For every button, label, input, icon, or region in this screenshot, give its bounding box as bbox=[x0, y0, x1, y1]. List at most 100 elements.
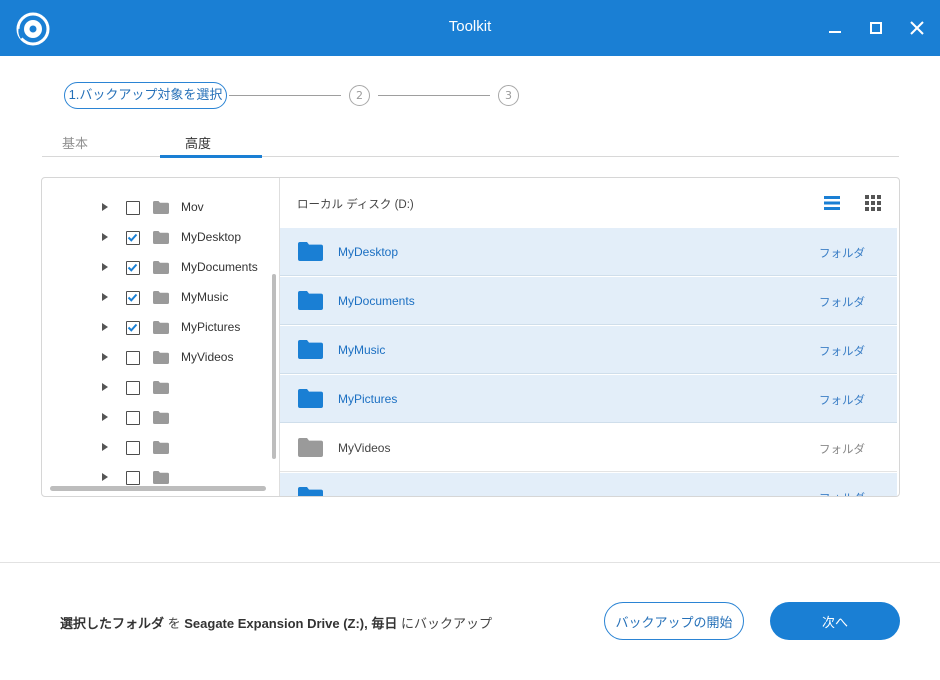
file-row[interactable]: フォルダ bbox=[280, 473, 897, 496]
folder-icon bbox=[153, 471, 169, 484]
summary-connector: を bbox=[164, 616, 185, 631]
tree-item-label: MyVideos bbox=[181, 350, 234, 364]
tab-basic[interactable]: 基本 bbox=[62, 133, 88, 152]
folder-icon bbox=[298, 389, 323, 408]
tree-vertical-scroll-thumb[interactable] bbox=[272, 274, 276, 459]
step-2-circle: 2 bbox=[349, 85, 370, 106]
current-path: ローカル ディスク (D:) bbox=[297, 199, 414, 211]
folder-icon bbox=[298, 340, 323, 359]
file-name: MyDesktop bbox=[338, 245, 399, 259]
tree-item-checkbox[interactable] bbox=[126, 351, 140, 365]
tree-item-checkbox[interactable] bbox=[126, 231, 140, 245]
checkmark-icon bbox=[127, 293, 138, 302]
file-row[interactable]: MyMusic フォルダ bbox=[280, 326, 897, 374]
tree-item-label: MyDesktop bbox=[181, 230, 242, 244]
tree-item[interactable]: MyPictures bbox=[42, 313, 279, 343]
expand-arrow-icon[interactable] bbox=[102, 383, 108, 391]
minimize-icon[interactable] bbox=[823, 16, 847, 40]
tree-item[interactable] bbox=[42, 433, 279, 463]
tree-item-checkbox[interactable] bbox=[126, 411, 140, 425]
tree-item-checkbox[interactable] bbox=[126, 381, 140, 395]
tree-item-checkbox[interactable] bbox=[126, 441, 140, 455]
file-list-header: ローカル ディスク (D:) bbox=[280, 178, 899, 228]
tree-item-checkbox[interactable] bbox=[126, 261, 140, 275]
folder-icon bbox=[298, 438, 323, 457]
folder-icon bbox=[153, 381, 169, 394]
tree-item[interactable]: MyDocuments bbox=[42, 253, 279, 283]
file-row[interactable]: MyDesktop フォルダ bbox=[280, 228, 897, 276]
grid-view-icon[interactable] bbox=[864, 194, 882, 212]
checkmark-icon bbox=[127, 233, 138, 242]
expand-arrow-icon[interactable] bbox=[102, 293, 108, 301]
expand-arrow-icon[interactable] bbox=[102, 323, 108, 331]
list-view-icon[interactable] bbox=[823, 194, 841, 212]
file-type: フォルダ bbox=[819, 395, 865, 407]
checkmark-icon bbox=[127, 263, 138, 272]
folder-icon bbox=[153, 231, 169, 244]
file-name: MyPictures bbox=[338, 392, 398, 406]
title-bar: Toolkit bbox=[0, 0, 940, 56]
folder-icon bbox=[298, 242, 323, 261]
tree-item[interactable] bbox=[42, 373, 279, 403]
expand-arrow-icon[interactable] bbox=[102, 233, 108, 241]
file-name: MyMusic bbox=[338, 343, 386, 357]
folder-tree: Mov MyDesktop MyDocuments MyMusic MyPictures… bbox=[42, 178, 280, 496]
tree-item[interactable]: MyVideos bbox=[42, 343, 279, 373]
folder-icon bbox=[153, 261, 169, 274]
active-tab-indicator bbox=[160, 155, 262, 158]
file-row[interactable]: MyDocuments フォルダ bbox=[280, 277, 897, 325]
folder-icon bbox=[153, 291, 169, 304]
tree-horizontal-scrollbar[interactable] bbox=[50, 486, 266, 491]
footer-divider bbox=[0, 562, 940, 563]
summary-suffix: にバックアップ bbox=[397, 616, 492, 631]
file-name: MyVideos bbox=[338, 441, 391, 455]
next-button[interactable]: 次へ bbox=[770, 602, 900, 640]
expand-arrow-icon[interactable] bbox=[102, 263, 108, 271]
file-name: MyDocuments bbox=[338, 294, 415, 308]
tree-item-checkbox[interactable] bbox=[126, 201, 140, 215]
tree-item[interactable]: Mov bbox=[42, 193, 279, 223]
file-list: ローカル ディスク (D:) MyDesktop フォルダ MyDocuments フ… bbox=[280, 178, 899, 496]
close-icon[interactable] bbox=[905, 16, 929, 40]
window-title: Toolkit bbox=[448, 18, 492, 35]
step-3-circle: 3 bbox=[498, 85, 519, 106]
step-1-label: 1.バックアップ対象を選択 bbox=[64, 82, 227, 109]
file-type: フォルダ bbox=[819, 248, 865, 260]
tree-item-label: Mov bbox=[181, 200, 204, 214]
folder-icon bbox=[153, 441, 169, 454]
tree-item-checkbox[interactable] bbox=[126, 291, 140, 305]
tree-item-label: MyPictures bbox=[181, 320, 241, 334]
expand-arrow-icon[interactable] bbox=[102, 413, 108, 421]
start-backup-button[interactable]: バックアップの開始 bbox=[604, 602, 744, 640]
file-row[interactable]: MyPictures フォルダ bbox=[280, 375, 897, 423]
file-type: フォルダ bbox=[819, 444, 865, 456]
tree-item-checkbox[interactable] bbox=[126, 321, 140, 335]
tab-advanced[interactable]: 高度 bbox=[185, 133, 211, 152]
folder-icon bbox=[153, 201, 169, 214]
folder-icon bbox=[298, 291, 323, 310]
expand-arrow-icon[interactable] bbox=[102, 353, 108, 361]
folder-icon bbox=[153, 411, 169, 424]
tree-item-label: MyMusic bbox=[181, 290, 229, 304]
folder-icon bbox=[153, 321, 169, 334]
expand-arrow-icon[interactable] bbox=[102, 203, 108, 211]
expand-arrow-icon[interactable] bbox=[102, 443, 108, 451]
file-row[interactable]: MyVideos フォルダ bbox=[280, 424, 897, 472]
folder-icon bbox=[298, 487, 323, 496]
file-type: フォルダ bbox=[819, 490, 865, 496]
tree-item-checkbox[interactable] bbox=[126, 471, 140, 485]
step-connector bbox=[378, 95, 490, 96]
maximize-icon[interactable] bbox=[864, 16, 888, 40]
tree-item[interactable]: MyMusic bbox=[42, 283, 279, 313]
tree-item-label: MyDocuments bbox=[181, 260, 258, 274]
summary-selection: 選択したフォルダ bbox=[60, 616, 165, 631]
summary-destination: Seagate Expansion Drive (Z:), 毎日 bbox=[184, 616, 398, 631]
tree-item[interactable] bbox=[42, 403, 279, 433]
tree-item[interactable]: MyDesktop bbox=[42, 223, 279, 253]
step-connector bbox=[229, 95, 341, 96]
folder-icon bbox=[153, 351, 169, 364]
checkmark-icon bbox=[127, 323, 138, 332]
app-logo-icon bbox=[16, 12, 50, 46]
expand-arrow-icon[interactable] bbox=[102, 473, 108, 481]
file-type: フォルダ bbox=[819, 297, 865, 309]
